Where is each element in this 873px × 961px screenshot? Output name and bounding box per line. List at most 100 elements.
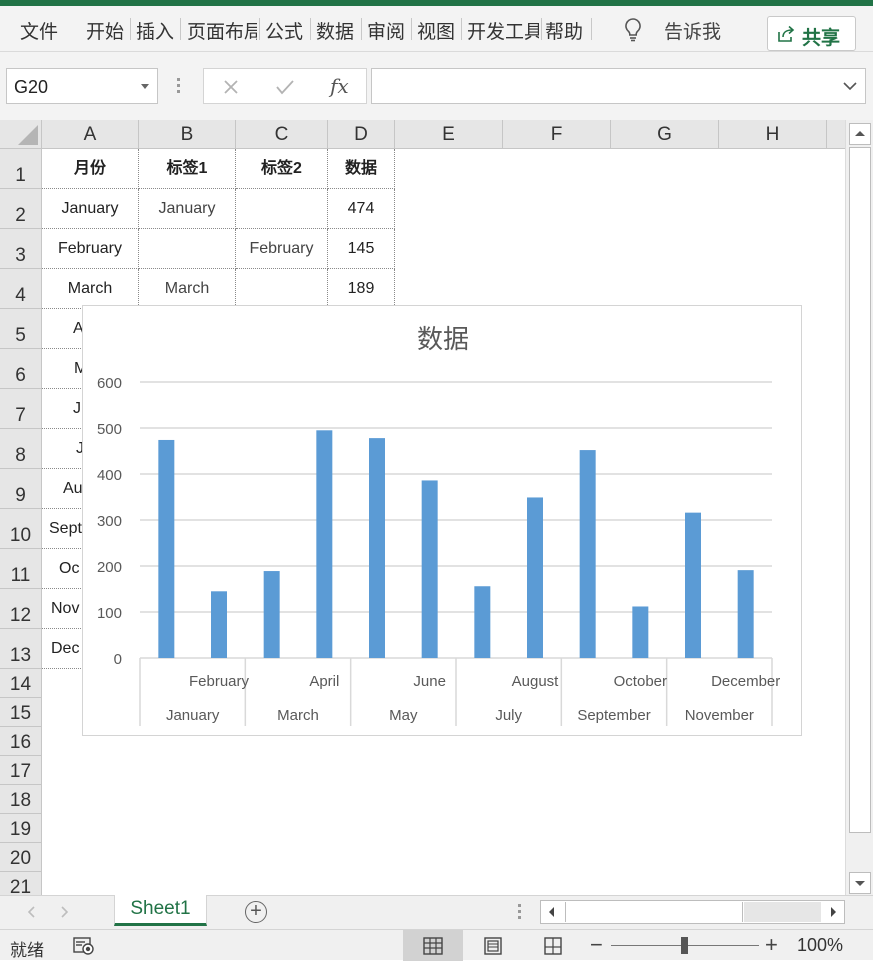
column-header-c[interactable]: C — [236, 120, 328, 149]
row-header-7[interactable]: 7 — [0, 389, 42, 429]
scroll-left-icon[interactable] — [546, 906, 558, 918]
horizontal-scrollbar[interactable] — [540, 900, 845, 924]
cancel-icon[interactable] — [222, 78, 240, 96]
page-layout-view-button[interactable] — [463, 930, 523, 961]
row-header-20[interactable]: 20 — [0, 843, 42, 872]
zoom-out-button[interactable]: − — [590, 932, 603, 958]
select-all-corner[interactable] — [0, 120, 42, 149]
tab-formulas[interactable]: 公式 — [265, 17, 303, 44]
drag-handle-icon[interactable] — [177, 78, 181, 94]
name-box[interactable]: G20 — [6, 68, 158, 104]
bar-october — [632, 606, 649, 658]
row-header-18[interactable]: 18 — [0, 785, 42, 814]
cell-b3[interactable] — [139, 229, 236, 269]
cell-d3[interactable]: 145 — [328, 229, 395, 269]
row-header-10[interactable]: 10 — [0, 509, 42, 549]
column-chart[interactable]: 数据 0 100 200 300 400 500 600 February April June A… — [82, 305, 802, 736]
column-header-e[interactable]: E — [395, 120, 503, 149]
column-header-a[interactable]: A — [42, 120, 139, 149]
check-icon[interactable] — [275, 78, 295, 96]
tab-review[interactable]: 审阅 — [367, 17, 405, 44]
row-header-8[interactable]: 8 — [0, 429, 42, 469]
tab-help[interactable]: 帮助 — [545, 17, 583, 44]
row-header-3[interactable]: 3 — [0, 229, 42, 269]
insert-function-button[interactable]: fx — [330, 74, 349, 98]
cell-d4[interactable]: 189 — [328, 269, 395, 309]
row-header-9[interactable]: 9 — [0, 469, 42, 509]
formula-input[interactable] — [371, 68, 866, 104]
row-header-14[interactable]: 14 — [0, 669, 42, 698]
cell-a1[interactable]: 月份 — [42, 149, 139, 189]
row-header-21[interactable]: 21 — [0, 872, 42, 895]
tab-insert[interactable]: 插入 — [136, 17, 174, 44]
tab-separator — [591, 18, 592, 40]
cell-b2[interactable]: January — [139, 189, 236, 229]
x-tick-label-upper: August — [512, 673, 560, 690]
column-header-b[interactable]: B — [139, 120, 236, 149]
cell-b1[interactable]: 标签1 — [139, 149, 236, 189]
scroll-up-button[interactable] — [849, 123, 871, 145]
column-header-d[interactable]: D — [328, 120, 395, 149]
vertical-scroll-thumb[interactable] — [849, 147, 871, 833]
cell-c1[interactable]: 标签2 — [236, 149, 328, 189]
tab-developer[interactable]: 开发工具 — [467, 17, 539, 44]
zoom-level[interactable]: 100% — [797, 935, 843, 956]
zoom-in-button[interactable]: + — [765, 932, 778, 958]
row-header-5[interactable]: 5 — [0, 309, 42, 349]
column-header-g[interactable]: G — [611, 120, 719, 149]
row-header-17[interactable]: 17 — [0, 756, 42, 785]
horizontal-scroll-track[interactable] — [744, 902, 821, 922]
zoom-slider-knob[interactable] — [681, 937, 688, 954]
row-header-2[interactable]: 2 — [0, 189, 42, 229]
tab-home[interactable]: 开始 — [86, 17, 124, 44]
row-header-6[interactable]: 6 — [0, 349, 42, 389]
cell-a3[interactable]: February — [42, 229, 139, 269]
scroll-right-icon[interactable] — [827, 906, 839, 918]
row-header-13[interactable]: 13 — [0, 629, 42, 669]
chevron-down-icon[interactable] — [843, 81, 857, 91]
bar-december — [737, 570, 754, 658]
share-button[interactable]: 共享 — [767, 16, 856, 51]
cell-c4[interactable] — [236, 269, 328, 309]
drag-handle-icon[interactable] — [518, 904, 521, 920]
row-header-4[interactable]: 4 — [0, 269, 42, 309]
horizontal-scroll-thumb[interactable] — [565, 902, 743, 922]
cell-c2[interactable] — [236, 189, 328, 229]
add-sheet-icon[interactable]: + — [245, 901, 267, 923]
row-header-16[interactable]: 16 — [0, 727, 42, 756]
cell-d1[interactable]: 数据 — [328, 149, 395, 189]
tab-view[interactable]: 视图 — [417, 17, 455, 44]
row-header-1[interactable]: 1 — [0, 149, 42, 189]
column-header-i[interactable] — [827, 120, 845, 149]
tab-file[interactable]: 文件 — [20, 17, 58, 44]
cell-b4[interactable]: March — [139, 269, 236, 309]
row-header-19[interactable]: 19 — [0, 814, 42, 843]
cell-a2[interactable]: January — [42, 189, 139, 229]
row-header-12[interactable]: 12 — [0, 589, 42, 629]
next-sheet-icon[interactable] — [58, 905, 70, 919]
scroll-down-button[interactable] — [849, 872, 871, 894]
tell-me-search[interactable]: 告诉我 — [664, 17, 721, 44]
column-header-h[interactable]: H — [719, 120, 827, 149]
tab-data[interactable]: 数据 — [316, 17, 354, 44]
column-header-f[interactable]: F — [503, 120, 611, 149]
tab-page-layout[interactable]: 页面布局 — [187, 17, 257, 44]
normal-view-button[interactable] — [403, 930, 463, 961]
lightbulb-icon[interactable] — [620, 16, 646, 42]
cell-d2[interactable]: 474 — [328, 189, 395, 229]
cell-a4[interactable]: March — [42, 269, 139, 309]
macro-record-icon[interactable] — [73, 936, 95, 956]
cell-c3[interactable]: February — [236, 229, 328, 269]
row-header-11[interactable]: 11 — [0, 549, 42, 589]
bar-july — [474, 586, 491, 658]
x-tick-label-lower: May — [389, 707, 418, 724]
tab-separator — [180, 18, 181, 40]
bar-march — [263, 571, 280, 658]
row-header-15[interactable]: 15 — [0, 698, 42, 727]
prev-sheet-icon[interactable] — [26, 905, 38, 919]
chevron-down-icon[interactable] — [141, 84, 149, 89]
sheet-tab-sheet1[interactable]: Sheet1 — [114, 895, 207, 926]
vertical-scrollbar[interactable] — [845, 120, 873, 895]
bar-may — [369, 438, 385, 658]
page-break-view-button[interactable] — [523, 930, 583, 961]
